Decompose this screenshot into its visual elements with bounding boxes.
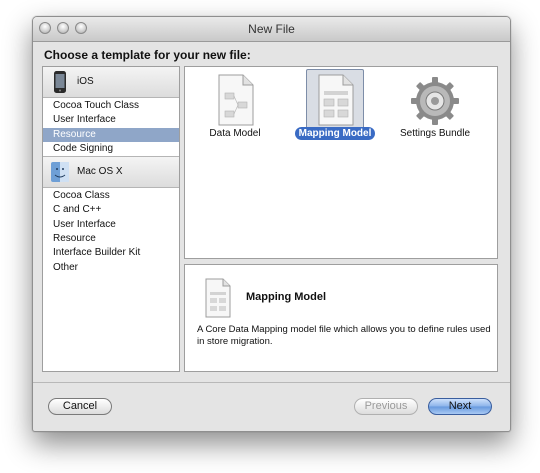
next-button[interactable]: Next <box>428 398 492 415</box>
category-item-interface-builder-kit[interactable]: Interface Builder Kit <box>43 246 179 260</box>
template-data-model[interactable]: Data Model <box>185 67 285 147</box>
document-icon <box>218 74 254 126</box>
template-label: Settings Bundle <box>399 128 471 139</box>
template-gallery: Data Model Mapping Model Settings Bundle <box>184 66 498 259</box>
category-item-c-and-cpp[interactable]: C and C++ <box>43 203 179 217</box>
category-item-user-interface[interactable]: User Interface <box>43 113 179 127</box>
template-category-list: iOS Cocoa Touch Class User Interface Res… <box>42 66 180 372</box>
title-bar[interactable]: New File <box>33 17 510 42</box>
template-description-panel: Mapping Model A Core Data Mapping model … <box>184 264 498 372</box>
template-label: Data Model <box>209 128 261 139</box>
category-item-other[interactable]: Other <box>43 261 179 275</box>
template-settings-bundle[interactable]: Settings Bundle <box>385 67 485 147</box>
group-label: Mac OS X <box>77 166 123 178</box>
template-description: A Core Data Mapping model file which all… <box>197 324 491 347</box>
previous-button[interactable]: Previous <box>354 398 418 415</box>
new-file-window: New File Choose a template for your new … <box>32 16 511 432</box>
gear-icon <box>411 77 459 125</box>
finder-icon <box>51 162 69 183</box>
window-title: New File <box>248 22 295 36</box>
template-title: Mapping Model <box>246 291 327 303</box>
group-ios[interactable]: iOS <box>43 67 179 98</box>
group-mac-os-x[interactable]: Mac OS X <box>43 156 179 189</box>
template-mapping-model[interactable]: Mapping Model <box>285 67 385 147</box>
footer-divider <box>33 382 510 383</box>
prompt-heading: Choose a template for your new file: <box>44 48 251 62</box>
document-icon <box>205 278 231 318</box>
group-label: iOS <box>77 76 94 87</box>
document-icon <box>318 74 354 126</box>
iphone-icon <box>54 71 66 93</box>
category-item-resource[interactable]: Resource <box>43 127 179 142</box>
category-item-cocoa-touch-class[interactable]: Cocoa Touch Class <box>43 99 179 113</box>
category-item-code-signing[interactable]: Code Signing <box>43 142 179 156</box>
category-item-user-interface-mac[interactable]: User Interface <box>43 218 179 232</box>
template-label: Mapping Model <box>285 127 385 140</box>
category-item-resource-mac[interactable]: Resource <box>43 232 179 246</box>
category-item-cocoa-class[interactable]: Cocoa Class <box>43 189 179 203</box>
cancel-button[interactable]: Cancel <box>48 398 112 415</box>
